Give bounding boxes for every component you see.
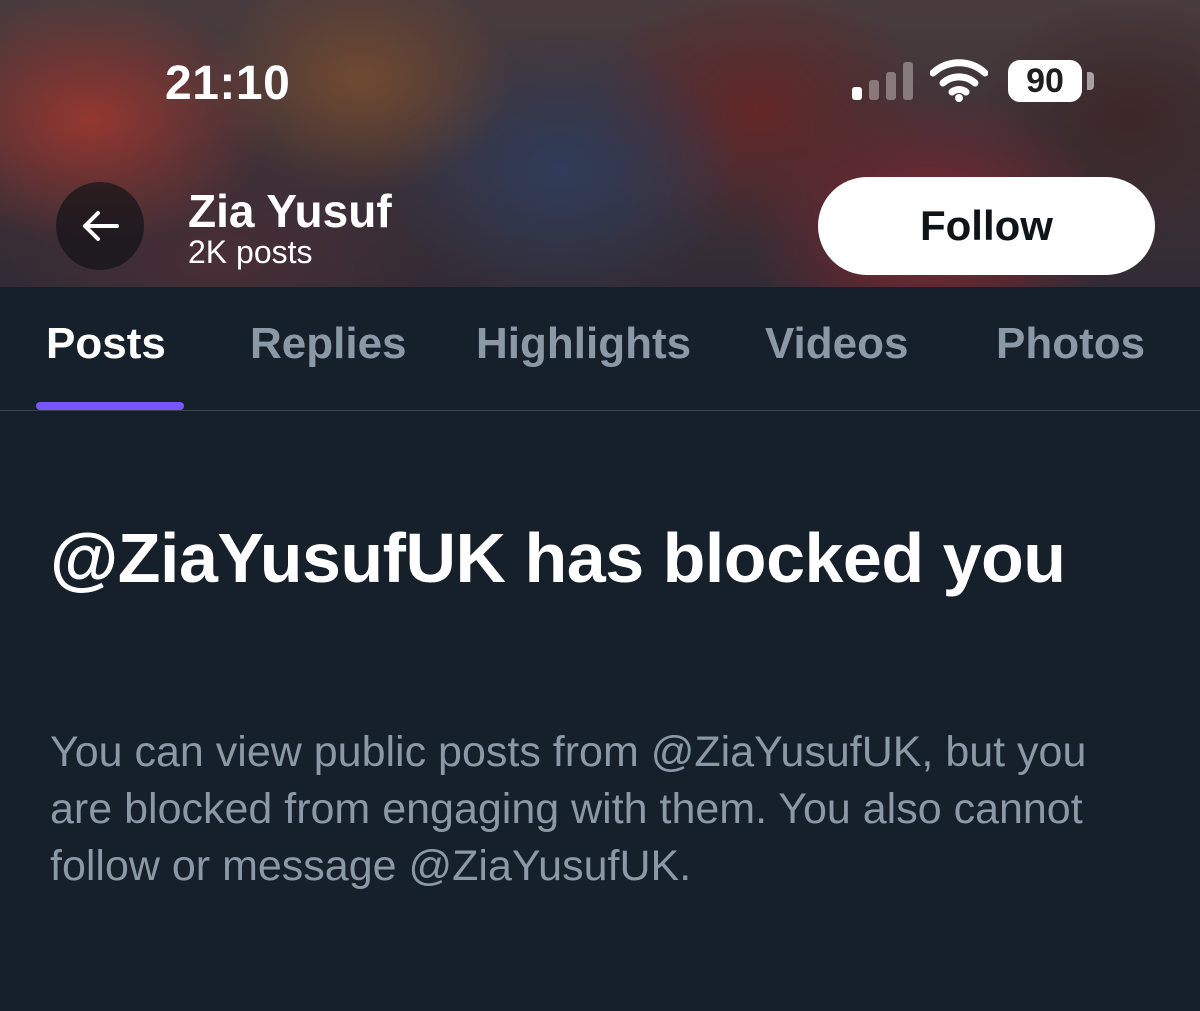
post-count: 2K posts bbox=[188, 234, 313, 270]
tab-highlights[interactable]: Highlights bbox=[476, 319, 691, 369]
tab-posts[interactable]: Posts bbox=[46, 319, 166, 369]
blocked-title: @ZiaYusufUK has blocked you bbox=[50, 519, 1066, 597]
active-tab-indicator bbox=[36, 402, 184, 410]
wifi-icon bbox=[930, 59, 988, 102]
blocked-description: You can view public posts from @ZiaYusuf… bbox=[50, 728, 1087, 890]
battery-icon: 90 bbox=[1008, 60, 1082, 102]
cellular-signal-icon bbox=[852, 60, 914, 100]
back-button[interactable] bbox=[56, 182, 144, 270]
profile-page: 21:10 90 Zia Yusuf 2K posts Follow Posts… bbox=[0, 0, 1200, 1011]
arrow-left-icon bbox=[83, 211, 119, 241]
profile-name: Zia Yusuf bbox=[188, 185, 392, 237]
battery-level: 90 bbox=[1026, 62, 1064, 100]
battery-cap bbox=[1087, 72, 1094, 90]
follow-button[interactable]: Follow bbox=[818, 177, 1155, 275]
tab-videos[interactable]: Videos bbox=[765, 319, 908, 369]
tab-photos[interactable]: Photos bbox=[996, 319, 1145, 369]
tab-replies[interactable]: Replies bbox=[250, 319, 407, 369]
status-time: 21:10 bbox=[165, 57, 291, 110]
profile-tabs: Posts Replies Highlights Videos Photos bbox=[0, 287, 1200, 411]
